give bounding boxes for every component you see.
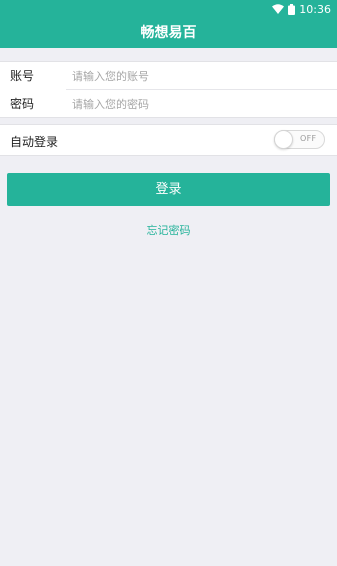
wifi-icon xyxy=(272,4,285,14)
status-time: 10:36 xyxy=(299,2,331,16)
toggle-knob xyxy=(274,130,293,149)
password-input[interactable] xyxy=(72,94,327,114)
account-row: 账号 xyxy=(0,62,337,89)
auto-login-label: 自动登录 xyxy=(10,135,59,149)
login-button[interactable]: 登录 xyxy=(7,173,330,206)
status-bar: 10:36 xyxy=(272,2,331,16)
password-label: 密码 xyxy=(10,97,35,111)
toggle-state-text: OFF xyxy=(300,134,317,143)
page-title: 畅想易百 xyxy=(140,25,197,41)
app-header: 10:36 畅想易百 xyxy=(0,0,337,48)
battery-icon xyxy=(288,3,296,15)
auto-login-row: 自动登录 OFF xyxy=(0,124,337,156)
login-form: 账号 密码 xyxy=(0,61,337,118)
auto-login-toggle[interactable]: OFF xyxy=(274,130,325,149)
account-input[interactable] xyxy=(72,66,327,86)
password-row: 密码 xyxy=(0,90,337,117)
forgot-password-link[interactable]: 忘记密码 xyxy=(0,222,337,238)
account-label: 账号 xyxy=(10,69,35,83)
